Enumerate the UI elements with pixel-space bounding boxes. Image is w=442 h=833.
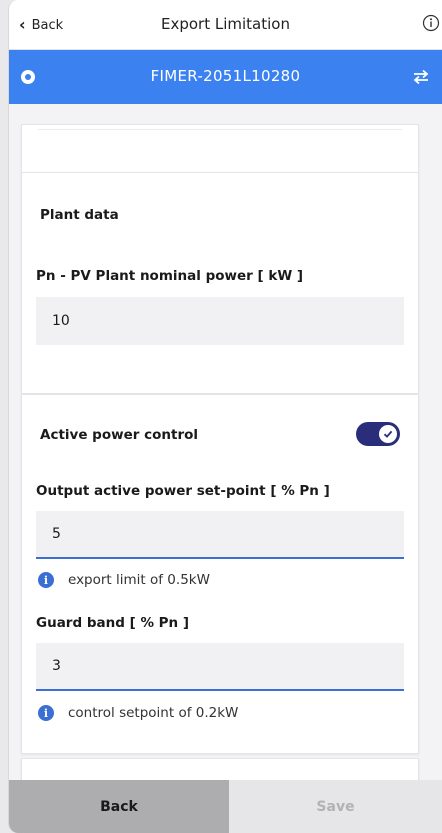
- setpoint-label: Output active power set-point [ % Pn ]: [36, 483, 330, 499]
- info-icon: i: [38, 705, 54, 721]
- nominal-power-field[interactable]: 10: [36, 297, 404, 345]
- device-name: FIMER-2051L10280: [150, 67, 301, 85]
- divider: [38, 129, 402, 130]
- footer-bar: Back Save: [9, 780, 442, 833]
- setpoint-input[interactable]: 5: [36, 511, 404, 559]
- plant-data-title: Plant data: [40, 207, 119, 223]
- setpoint-hint: i export limit of 0.5kW: [38, 572, 210, 588]
- info-icon: i: [38, 572, 54, 588]
- swap-arrows-icon[interactable]: [412, 69, 430, 85]
- guard-band-hint-text: control setpoint of 0.2kW: [68, 705, 239, 721]
- save-button[interactable]: Save: [229, 780, 442, 833]
- content-area[interactable]: Plant data Pn - PV Plant nominal power […: [9, 104, 442, 780]
- active-power-card: Active power control Output active power…: [21, 394, 419, 754]
- navigation-bar: ‹ Back Export Limitation: [9, 0, 442, 50]
- nominal-power-label: Pn - PV Plant nominal power [ kW ]: [36, 268, 304, 284]
- device-bar: FIMER-2051L10280: [9, 50, 442, 104]
- previous-card: [21, 124, 419, 174]
- app-frame: ‹ Back Export Limitation FIMER-2051L1028…: [8, 0, 442, 833]
- setpoint-hint-text: export limit of 0.5kW: [68, 572, 210, 588]
- guard-band-label: Guard band [ % Pn ]: [36, 615, 190, 631]
- active-power-toggle[interactable]: [356, 422, 400, 446]
- back-button[interactable]: Back: [9, 780, 229, 833]
- page-title: Export Limitation: [161, 15, 290, 33]
- checkmark-icon: [383, 430, 393, 438]
- toggle-knob: [379, 425, 397, 443]
- plant-data-card: Plant data Pn - PV Plant nominal power […: [21, 172, 419, 394]
- active-power-control-label: Active power control: [40, 427, 199, 443]
- next-card: [21, 758, 419, 780]
- guard-band-input[interactable]: 3: [36, 643, 404, 691]
- guard-band-hint: i control setpoint of 0.2kW: [38, 705, 238, 721]
- info-circle-icon[interactable]: [422, 14, 440, 32]
